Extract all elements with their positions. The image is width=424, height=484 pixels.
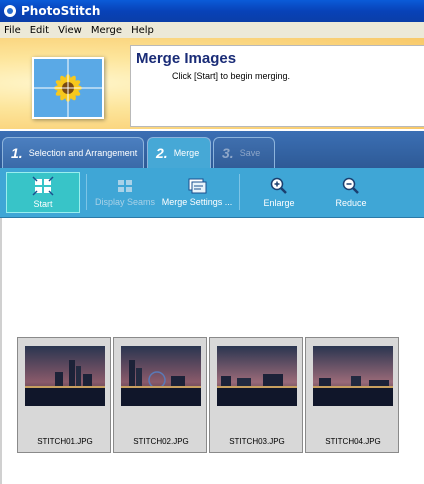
city-night-photo xyxy=(25,346,105,406)
start-button[interactable]: Start xyxy=(6,172,80,213)
display-seams-icon xyxy=(118,180,132,192)
city-night-photo xyxy=(121,346,201,406)
enlarge-label: Enlarge xyxy=(263,198,295,208)
display-seams-button[interactable]: Display Seams xyxy=(92,168,158,217)
tab-number: 1. xyxy=(11,145,23,161)
workspace-border xyxy=(0,218,2,484)
image-filename: STITCH03.JPG xyxy=(229,437,285,446)
tab-merge[interactable]: 2. Merge xyxy=(147,137,211,168)
menu-merge[interactable]: Merge xyxy=(91,25,122,36)
enlarge-button[interactable]: Enlarge xyxy=(250,168,308,217)
page-title: Merge Images xyxy=(136,50,237,67)
menu-file[interactable]: File xyxy=(4,25,21,36)
display-seams-label: Display Seams xyxy=(94,197,156,207)
reduce-button[interactable]: Reduce xyxy=(322,168,380,217)
image-filename: STITCH04.JPG xyxy=(325,437,381,446)
tab-label: Selection and Arrangement xyxy=(28,148,138,158)
city-night-photo xyxy=(313,346,393,406)
start-label: Start xyxy=(33,199,53,209)
start-merge-icon xyxy=(32,176,54,196)
title-bar: PhotoStitch xyxy=(0,0,424,22)
photostitch-app-icon xyxy=(3,4,17,18)
tab-selection-and-arrangement[interactable]: 1. Selection and Arrangement xyxy=(2,137,144,168)
tab-number: 2. xyxy=(156,145,168,161)
window-title: PhotoStitch xyxy=(21,4,101,18)
merge-toolbar: Start Display Seams Merge Settings ... E… xyxy=(0,168,424,218)
tab-label: Merge xyxy=(173,148,200,158)
page-subtitle: Click [Start] to begin merging. xyxy=(172,71,291,81)
merge-settings-icon xyxy=(188,178,207,194)
image-thumbnail[interactable]: STITCH01.JPG xyxy=(17,337,111,453)
merge-sunflower-image xyxy=(32,57,104,119)
menu-view[interactable]: View xyxy=(58,25,82,36)
image-filename: STITCH01.JPG xyxy=(37,437,93,446)
city-night-photo xyxy=(217,346,297,406)
header-banner: Merge Images Click [Start] to begin merg… xyxy=(0,38,424,129)
image-workspace[interactable]: STITCH01.JPG STITCH02.JPG STITCH03.JPG S… xyxy=(0,218,424,484)
menu-help[interactable]: Help xyxy=(131,25,154,36)
menu-bar: File Edit View Merge Help xyxy=(0,22,424,39)
toolbar-divider xyxy=(86,174,87,210)
reduce-label: Reduce xyxy=(335,198,367,208)
tab-label: Save xyxy=(239,148,261,158)
image-filename: STITCH02.JPG xyxy=(133,437,189,446)
image-thumbnail[interactable]: STITCH03.JPG xyxy=(209,337,303,453)
image-thumbnail[interactable]: STITCH02.JPG xyxy=(113,337,207,453)
menu-edit[interactable]: Edit xyxy=(30,25,49,36)
merge-settings-button[interactable]: Merge Settings ... xyxy=(160,168,234,217)
step-tabs: 1. Selection and Arrangement 2. Merge 3.… xyxy=(0,131,424,168)
tab-save[interactable]: 3. Save xyxy=(213,137,275,168)
toolbar-divider xyxy=(239,174,240,210)
image-thumbnail[interactable]: STITCH04.JPG xyxy=(305,337,399,453)
merge-settings-label: Merge Settings ... xyxy=(161,197,233,207)
tab-number: 3. xyxy=(222,145,234,161)
zoom-out-icon xyxy=(342,177,359,194)
zoom-in-icon xyxy=(270,177,287,194)
